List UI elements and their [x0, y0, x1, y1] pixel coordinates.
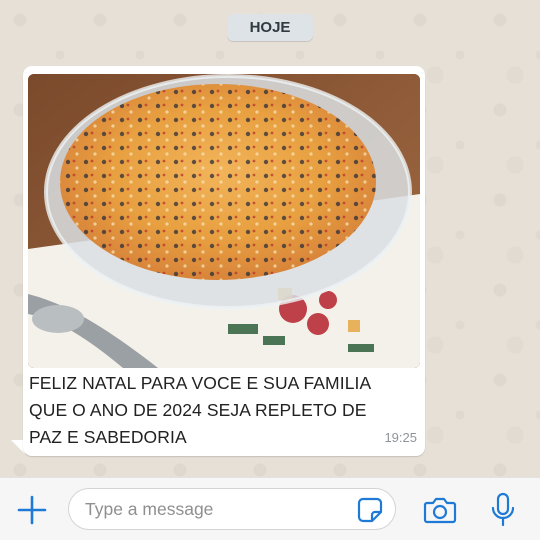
- message-text-line: PAZ E SABEDORIA: [29, 427, 187, 447]
- attach-button[interactable]: [16, 494, 48, 526]
- plus-icon: [17, 495, 47, 525]
- message-text-line: QUE O ANO DE 2024 SEJA REPLETO DE: [29, 400, 367, 420]
- microphone-button[interactable]: [490, 492, 516, 528]
- camera-icon: [423, 497, 457, 524]
- message-text-line: FELIZ NATAL PARA VOCE E SUA FAMILIA: [29, 373, 372, 393]
- date-separator: HOJE: [227, 14, 313, 41]
- sticker-icon: [357, 497, 383, 523]
- camera-button[interactable]: [423, 495, 457, 525]
- message-input[interactable]: [68, 488, 396, 530]
- chat-area: HOJE FELIZ NATAL PARA VOCE E SUA FAMILIA…: [0, 0, 540, 477]
- message-text: FELIZ NATAL PARA VOCE E SUA FAMILIA QUE …: [29, 370, 413, 451]
- food-photo-image: [28, 74, 420, 368]
- message-photo[interactable]: [28, 74, 420, 368]
- message-timestamp: 19:25: [384, 430, 417, 445]
- message-input-bar: [0, 477, 540, 540]
- sticker-button[interactable]: [357, 497, 383, 523]
- microphone-icon: [491, 492, 515, 527]
- message-bubble[interactable]: FELIZ NATAL PARA VOCE E SUA FAMILIA QUE …: [23, 66, 425, 456]
